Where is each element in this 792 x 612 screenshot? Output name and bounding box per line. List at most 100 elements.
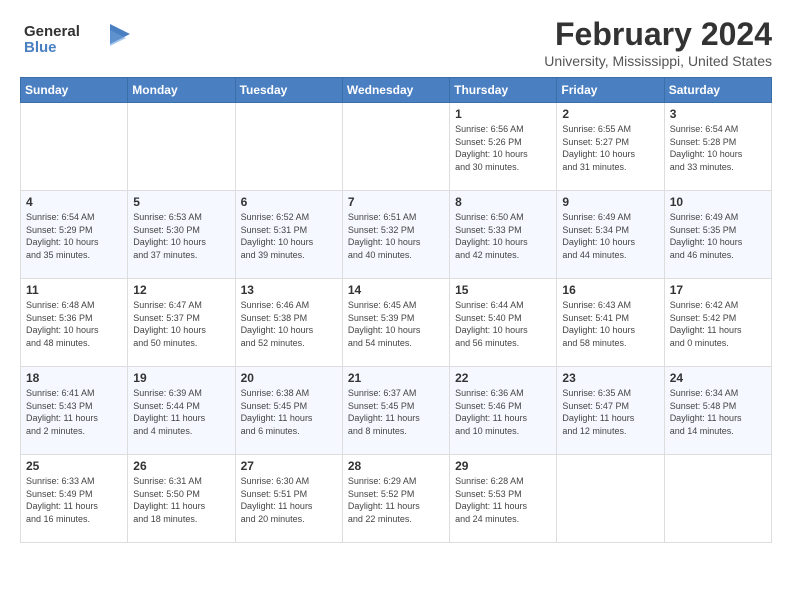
calendar-cell: 22 Sunrise: 6:36 AM Sunset: 5:46 PM Dayli… [450,367,557,455]
col-saturday: Saturday [664,78,771,103]
day-info: Sunrise: 6:54 AM Sunset: 5:29 PM Dayligh… [26,211,122,261]
day-number: 17 [670,283,766,297]
day-number: 29 [455,459,551,473]
calendar-cell: 20Sunrise: 6:38 AM Sunset: 5:45 PM Dayli… [235,367,342,455]
week-row-0: 1Sunrise: 6:56 AM Sunset: 5:26 PM Daylig… [21,103,772,191]
day-number: 13 [241,283,337,297]
calendar-cell: 26 Sunrise: 6:31 AM Sunset: 5:50 PM Dayli… [128,455,235,543]
calendar-cell: 9 Sunrise: 6:49 AM Sunset: 5:34 PM Daylig… [557,191,664,279]
col-thursday: Thursday [450,78,557,103]
day-info: Sunrise: 6:36 AM Sunset: 5:46 PM Dayligh… [455,387,551,437]
day-info: Sunrise: 6:55 AM Sunset: 5:27 PM Dayligh… [562,123,658,173]
col-sunday: Sunday [21,78,128,103]
day-info: Sunrise: 6:52 AM Sunset: 5:31 PM Dayligh… [241,211,337,261]
header: General Blue February 2024 University, M… [20,16,772,69]
day-info: Sunrise: 6:47 AM Sunset: 5:37 PM Dayligh… [133,299,229,349]
day-info: Sunrise: 6:53 AM Sunset: 5:30 PM Dayligh… [133,211,229,261]
calendar-cell: 13 Sunrise: 6:46 AM Sunset: 5:38 PM Dayli… [235,279,342,367]
day-info: Sunrise: 6:37 AM Sunset: 5:45 PM Dayligh… [348,387,444,437]
col-friday: Friday [557,78,664,103]
day-info: Sunrise: 6:54 AM Sunset: 5:28 PM Dayligh… [670,123,766,173]
calendar-cell: 19 Sunrise: 6:39 AM Sunset: 5:44 PM Dayli… [128,367,235,455]
logo: General Blue [20,16,130,65]
calendar-cell: 12Sunrise: 6:47 AM Sunset: 5:37 PM Dayli… [128,279,235,367]
day-info: Sunrise: 6:49 AM Sunset: 5:35 PM Dayligh… [670,211,766,261]
calendar-cell [128,103,235,191]
day-info: Sunrise: 6:30 AM Sunset: 5:51 PM Dayligh… [241,475,337,525]
calendar-cell: 21 Sunrise: 6:37 AM Sunset: 5:45 PM Dayli… [342,367,449,455]
day-number: 3 [670,107,766,121]
day-info: Sunrise: 6:29 AM Sunset: 5:52 PM Dayligh… [348,475,444,525]
day-info: Sunrise: 6:42 AM Sunset: 5:42 PM Dayligh… [670,299,766,349]
day-number: 5 [133,195,229,209]
day-number: 14 [348,283,444,297]
calendar-cell: 7Sunrise: 6:51 AM Sunset: 5:32 PM Daylig… [342,191,449,279]
col-monday: Monday [128,78,235,103]
day-number: 24 [670,371,766,385]
day-info: Sunrise: 6:51 AM Sunset: 5:32 PM Dayligh… [348,211,444,261]
col-wednesday: Wednesday [342,78,449,103]
day-number: 21 [348,371,444,385]
day-number: 8 [455,195,551,209]
calendar-page: General Blue February 2024 University, M… [0,0,792,553]
svg-text:General: General [24,23,80,40]
day-info: Sunrise: 6:46 AM Sunset: 5:38 PM Dayligh… [241,299,337,349]
day-info: Sunrise: 6:43 AM Sunset: 5:41 PM Dayligh… [562,299,658,349]
day-number: 9 [562,195,658,209]
day-number: 23 [562,371,658,385]
calendar-cell: 27 Sunrise: 6:30 AM Sunset: 5:51 PM Dayli… [235,455,342,543]
calendar-cell: 6Sunrise: 6:52 AM Sunset: 5:31 PM Daylig… [235,191,342,279]
calendar-cell: 16Sunrise: 6:43 AM Sunset: 5:41 PM Dayli… [557,279,664,367]
day-info: Sunrise: 6:44 AM Sunset: 5:40 PM Dayligh… [455,299,551,349]
svg-text:Blue: Blue [24,39,57,56]
calendar-cell: 5 Sunrise: 6:53 AM Sunset: 5:30 PM Daylig… [128,191,235,279]
calendar-cell [235,103,342,191]
calendar-cell: 24 Sunrise: 6:34 AM Sunset: 5:48 PM Dayli… [664,367,771,455]
day-number: 27 [241,459,337,473]
day-number: 22 [455,371,551,385]
day-info: Sunrise: 6:34 AM Sunset: 5:48 PM Dayligh… [670,387,766,437]
title-section: February 2024 University, Mississippi, U… [544,16,772,69]
day-info: Sunrise: 6:41 AM Sunset: 5:43 PM Dayligh… [26,387,122,437]
calendar-cell [21,103,128,191]
day-info: Sunrise: 6:49 AM Sunset: 5:34 PM Dayligh… [562,211,658,261]
day-number: 18 [26,371,122,385]
day-info: Sunrise: 6:38 AM Sunset: 5:45 PM Dayligh… [241,387,337,437]
calendar-table: Sunday Monday Tuesday Wednesday Thursday… [20,77,772,543]
header-row: Sunday Monday Tuesday Wednesday Thursday… [21,78,772,103]
calendar-cell: 8 Sunrise: 6:50 AM Sunset: 5:33 PM Daylig… [450,191,557,279]
calendar-cell: 17 Sunrise: 6:42 AM Sunset: 5:42 PM Dayli… [664,279,771,367]
week-row-2: 11 Sunrise: 6:48 AM Sunset: 5:36 PM Dayli… [21,279,772,367]
calendar-cell: 29 Sunrise: 6:28 AM Sunset: 5:53 PM Dayli… [450,455,557,543]
logo-content: General Blue [20,16,130,65]
day-info: Sunrise: 6:31 AM Sunset: 5:50 PM Dayligh… [133,475,229,525]
week-row-1: 4 Sunrise: 6:54 AM Sunset: 5:29 PM Daylig… [21,191,772,279]
calendar-cell: 11 Sunrise: 6:48 AM Sunset: 5:36 PM Dayli… [21,279,128,367]
day-number: 25 [26,459,122,473]
day-info: Sunrise: 6:28 AM Sunset: 5:53 PM Dayligh… [455,475,551,525]
week-row-4: 25 Sunrise: 6:33 AM Sunset: 5:49 PM Dayli… [21,455,772,543]
calendar-cell [342,103,449,191]
day-info: Sunrise: 6:45 AM Sunset: 5:39 PM Dayligh… [348,299,444,349]
calendar-cell: 18 Sunrise: 6:41 AM Sunset: 5:43 PM Dayli… [21,367,128,455]
calendar-cell: 23 Sunrise: 6:35 AM Sunset: 5:47 PM Dayli… [557,367,664,455]
calendar-cell: 10Sunrise: 6:49 AM Sunset: 5:35 PM Dayli… [664,191,771,279]
day-info: Sunrise: 6:33 AM Sunset: 5:49 PM Dayligh… [26,475,122,525]
calendar-cell: 14 Sunrise: 6:45 AM Sunset: 5:39 PM Dayli… [342,279,449,367]
day-number: 11 [26,283,122,297]
calendar-cell: 28Sunrise: 6:29 AM Sunset: 5:52 PM Dayli… [342,455,449,543]
day-info: Sunrise: 6:50 AM Sunset: 5:33 PM Dayligh… [455,211,551,261]
day-info: Sunrise: 6:48 AM Sunset: 5:36 PM Dayligh… [26,299,122,349]
day-number: 15 [455,283,551,297]
calendar-cell: 2 Sunrise: 6:55 AM Sunset: 5:27 PM Daylig… [557,103,664,191]
day-number: 2 [562,107,658,121]
day-info: Sunrise: 6:39 AM Sunset: 5:44 PM Dayligh… [133,387,229,437]
calendar-cell: 25 Sunrise: 6:33 AM Sunset: 5:49 PM Dayli… [21,455,128,543]
day-number: 4 [26,195,122,209]
day-number: 26 [133,459,229,473]
day-number: 19 [133,371,229,385]
location: University, Mississippi, United States [544,53,772,69]
day-number: 1 [455,107,551,121]
day-info: Sunrise: 6:35 AM Sunset: 5:47 PM Dayligh… [562,387,658,437]
calendar-cell: 1Sunrise: 6:56 AM Sunset: 5:26 PM Daylig… [450,103,557,191]
